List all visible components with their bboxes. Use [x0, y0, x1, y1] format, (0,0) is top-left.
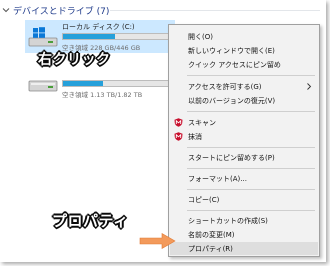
menu-item-label: 抹消	[188, 132, 202, 141]
menu-item-label: 新しいウィンドウで開く(E)	[188, 46, 275, 55]
menu-item-pin-start[interactable]: スタートにピン留めする(P)	[170, 151, 318, 164]
menu-item-label: 以前のバージョンの復元(V)	[188, 96, 276, 105]
menu-item-give-access[interactable]: アクセスを許可する(G)	[170, 80, 318, 93]
menu-item-rename[interactable]: 名前の変更(M)	[170, 228, 318, 241]
section-divider	[110, 10, 320, 11]
menu-item-restore-previous[interactable]: 以前のバージョンの復元(V)	[170, 94, 318, 107]
menu-item-scan[interactable]: スキャン	[170, 116, 318, 129]
menu-item-open-new-window[interactable]: 新しいウィンドウで開く(E)	[170, 44, 318, 57]
hard-drive-icon	[28, 80, 58, 92]
drive-name: ローカル ディスク (C:)	[62, 23, 135, 31]
menu-item-label: ショートカットの作成(S)	[188, 216, 268, 225]
menu-item-shred[interactable]: 抹消	[170, 130, 318, 143]
menu-item-format[interactable]: フォーマット(A)...	[170, 172, 318, 185]
menu-item-label: アクセスを許可する(G)	[188, 82, 262, 91]
menu-item-pin-quick-access[interactable]: クイック アクセスにピン留め	[170, 58, 318, 71]
chevron-down-icon	[2, 8, 10, 13]
menu-separator	[187, 75, 315, 76]
menu-separator	[187, 189, 315, 190]
mcafee-shield-icon	[174, 132, 183, 141]
menu-separator	[187, 210, 315, 211]
mcafee-shield-icon	[174, 118, 183, 127]
devices-and-drives-header[interactable]: デバイスとドライブ (7)	[2, 3, 109, 17]
menu-separator	[187, 147, 315, 148]
menu-item-label: 名前の変更(M)	[188, 230, 235, 239]
context-menu: 開く(O) 新しいウィンドウで開く(E) クイック アクセスにピン留め アクセス…	[168, 24, 320, 257]
drive-item-2[interactable]: 空き領域 1.13 TB/1.82 TB	[25, 67, 175, 100]
explorer-window: デバイスとドライブ (7) ローカル ディスク (C:) 空き領域 228 GB…	[0, 0, 326, 262]
right-click-annotation: 右クリック	[38, 52, 111, 68]
pointer-arrow-icon	[139, 232, 176, 250]
windows-drive-icon	[28, 27, 58, 47]
drive-usage-fill	[63, 81, 104, 86]
menu-item-open[interactable]: 開く(O)	[170, 30, 318, 43]
menu-item-label: プロパティ(R)	[188, 244, 233, 253]
menu-item-properties[interactable]: プロパティ(R)	[170, 242, 318, 255]
menu-item-copy[interactable]: コピー(C)	[170, 193, 318, 206]
drive-usage-fill	[63, 34, 115, 39]
drive-usage-bar	[62, 80, 170, 87]
menu-separator	[187, 168, 315, 169]
properties-annotation: プロパティ	[52, 212, 129, 230]
section-title: デバイスとドライブ (7)	[13, 6, 110, 17]
chevron-right-icon	[307, 83, 312, 90]
drive-free-space: 空き領域 1.13 TB/1.82 TB	[62, 91, 143, 99]
menu-item-label: スタートにピン留めする(P)	[188, 153, 275, 162]
menu-item-label: 開く(O)	[188, 32, 213, 41]
menu-item-label: クイック アクセスにピン留め	[188, 60, 281, 69]
menu-item-label: コピー(C)	[188, 195, 220, 204]
menu-item-label: スキャン	[188, 118, 216, 127]
menu-separator	[187, 111, 315, 112]
drive-usage-bar	[62, 33, 170, 40]
menu-item-label: フォーマット(A)...	[188, 174, 247, 183]
menu-item-create-shortcut[interactable]: ショートカットの作成(S)	[170, 214, 318, 227]
